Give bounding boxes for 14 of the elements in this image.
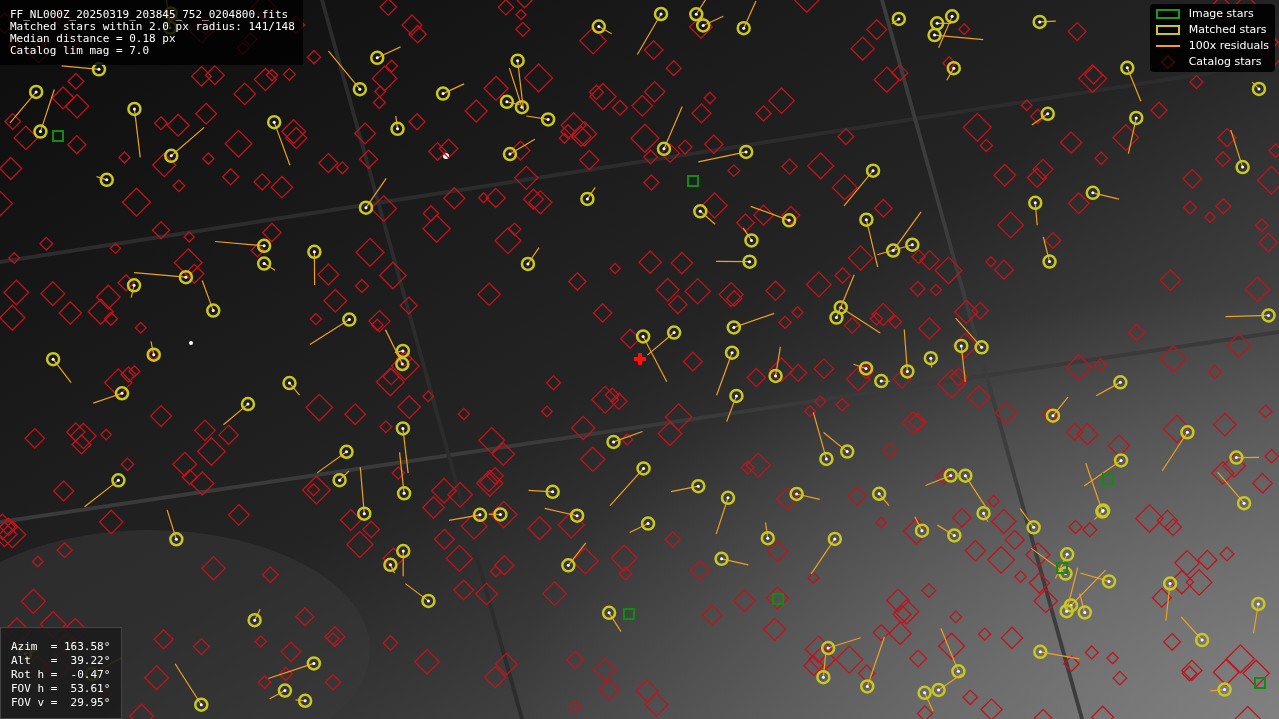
info-text: FF_NL000Z_20250319_203845_752_0204800.fits [10, 9, 290, 21]
legend-label: Matched stars [1188, 21, 1267, 38]
info-text: Catalog lim mag = 7.0 [10, 45, 151, 57]
cross-icon [634, 353, 646, 365]
pointing-text: Azim = 163.58° [11, 640, 112, 654]
info-text: Median distance = 0.18 px [10, 33, 177, 45]
pointing-text: FOV h = 53.61° [11, 682, 112, 696]
legend-label: Image stars [1188, 5, 1254, 22]
info-text: Matched stars within 2.0 px radius: 141/148 [10, 21, 295, 33]
pointing-text: FOV v = 29.95° [11, 696, 112, 710]
legend-label: Catalog stars [1188, 53, 1262, 70]
pointing-text: Rot h = -0.47° [11, 668, 112, 682]
pointing-text: Alt = 39.22° [11, 654, 112, 668]
legend-label: 100x residuals [1188, 37, 1269, 54]
